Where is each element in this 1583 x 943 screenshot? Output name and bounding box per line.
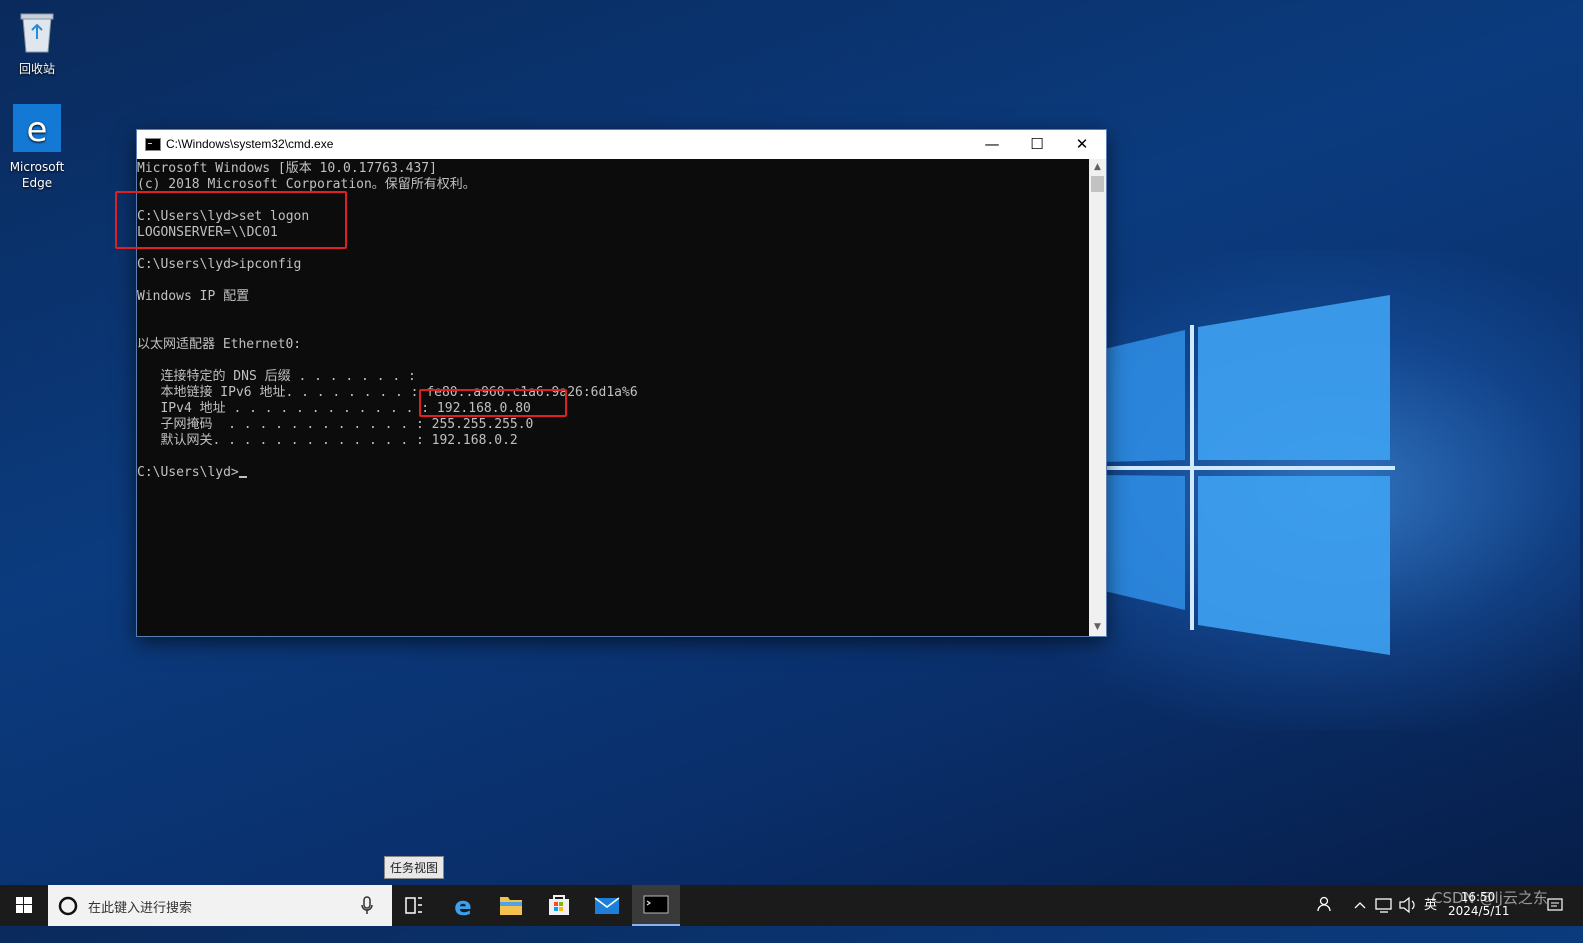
- store-icon: [549, 895, 569, 915]
- highlight-box-ipv4: [419, 389, 567, 417]
- console-line: 子网掩码 . . . . . . . . . . . . : 255.255.2…: [137, 417, 534, 432]
- scroll-down-arrow-icon[interactable]: ▼: [1089, 619, 1106, 636]
- console-line: C:\Users\lyd>ipconfig: [137, 257, 302, 272]
- start-button[interactable]: [0, 885, 48, 926]
- title-bar[interactable]: C:\Windows\system32\cmd.exe — ☐ ✕: [137, 130, 1106, 159]
- taskbar-file-explorer-button[interactable]: [488, 885, 534, 926]
- cmd-icon: [145, 138, 161, 151]
- desktop-icon-label: Microsoft Edge: [9, 160, 65, 190]
- taskbar: 在此键入进行搜索 e 英 16:50 2024/5/11: [0, 885, 1583, 926]
- task-view-button[interactable]: [392, 885, 436, 926]
- people-icon[interactable]: [1316, 885, 1338, 926]
- close-button[interactable]: ✕: [1059, 130, 1105, 159]
- console-line: 连接特定的 DNS 后缀 . . . . . . . :: [137, 369, 416, 384]
- svg-text:e: e: [27, 110, 48, 150]
- edge-icon: e: [1, 104, 73, 156]
- mail-icon: [594, 897, 620, 914]
- search-placeholder: 在此键入进行搜索: [88, 901, 193, 916]
- console-line: 默认网关. . . . . . . . . . . . . : 192.168.…: [137, 433, 518, 448]
- desktop-icon-label: 回收站: [18, 62, 55, 76]
- search-box[interactable]: 在此键入进行搜索: [48, 885, 392, 926]
- recycle-bin-icon: [1, 8, 73, 58]
- cortana-icon: [58, 896, 78, 916]
- desktop-icon-recycle-bin[interactable]: 回收站: [1, 8, 73, 77]
- scroll-up-arrow-icon[interactable]: ▲: [1089, 159, 1106, 176]
- scroll-thumb[interactable]: [1091, 176, 1104, 192]
- edge-icon: e: [454, 892, 472, 922]
- cmd-window[interactable]: C:\Windows\system32\cmd.exe — ☐ ✕ Micros…: [115, 130, 1106, 636]
- notification-icon[interactable]: [1545, 885, 1567, 926]
- console-line: 本地链接 IPv6 地址. . . . . . . . : fe80::a960…: [137, 385, 638, 400]
- taskbar-cmd-button[interactable]: [632, 885, 680, 926]
- network-icon[interactable]: [1374, 885, 1396, 926]
- microphone-icon[interactable]: [360, 896, 374, 916]
- console-prompt: C:\Users\lyd>: [137, 465, 239, 480]
- vertical-scrollbar[interactable]: ▲ ▼: [1089, 159, 1106, 636]
- console-line: Microsoft Windows [版本 10.0.17763.437]: [137, 161, 437, 176]
- desktop: 回收站 e Microsoft Edge C:\Windows\system32…: [0, 0, 1583, 885]
- watermark: CSDN @lj云之东: [1432, 889, 1548, 907]
- maximize-button[interactable]: ☐: [1014, 130, 1060, 159]
- text-cursor: [238, 476, 247, 478]
- console-line: 以太网适配器 Ethernet0:: [137, 337, 302, 352]
- taskbar-store-button[interactable]: [536, 885, 582, 926]
- taskbar-edge-button[interactable]: e: [440, 885, 486, 926]
- windows-logo-wallpaper: [1100, 295, 1395, 655]
- windows-start-icon: [16, 897, 32, 913]
- file-explorer-icon: [500, 897, 522, 915]
- console-line: IPv4 地址 . . . . . . . . . . . . : 192.16…: [137, 401, 531, 416]
- chevron-up-icon[interactable]: [1352, 885, 1370, 926]
- volume-icon[interactable]: [1398, 885, 1420, 926]
- console-prompt-line[interactable]: C:\Users\lyd>: [137, 465, 1089, 481]
- task-view-tooltip: 任务视图: [384, 856, 445, 879]
- minimize-button[interactable]: —: [969, 130, 1015, 159]
- desktop-icon-edge[interactable]: e Microsoft Edge: [1, 104, 73, 191]
- cmd-icon: [643, 895, 669, 914]
- highlight-box-logonserver: [115, 191, 347, 249]
- svg-text:e: e: [454, 892, 472, 922]
- task-view-icon: [405, 897, 422, 914]
- window-title: C:\Windows\system32\cmd.exe: [166, 137, 334, 151]
- taskbar-mail-button[interactable]: [584, 885, 630, 926]
- console-line: Windows IP 配置: [137, 289, 250, 304]
